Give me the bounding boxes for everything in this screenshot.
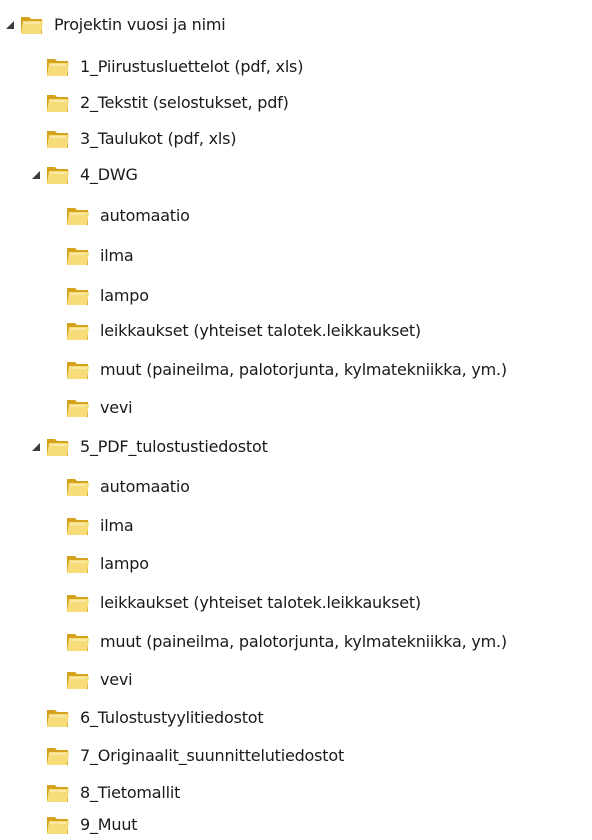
folder-tree: Projektin vuosi ja nimi 1_Piirustusluett… <box>0 0 592 838</box>
folder-icon <box>46 128 70 150</box>
tree-item-label: Projektin vuosi ja nimi <box>54 15 226 34</box>
tree-item-label: 9_Muut <box>80 815 138 834</box>
folder-icon <box>46 814 70 836</box>
tree-item[interactable]: 1_Piirustusluettelot (pdf, xls) <box>46 52 303 82</box>
folder-icon <box>66 553 90 575</box>
tree-item-label: automaatio <box>100 477 190 496</box>
tree-item[interactable]: lampo <box>66 281 149 311</box>
folder-icon <box>66 245 90 267</box>
folder-icon <box>66 359 90 381</box>
tree-item-label: 1_Piirustusluettelot (pdf, xls) <box>80 57 304 76</box>
tree-item[interactable]: muut (paineilma, palotorjunta, kylmatekn… <box>66 627 507 657</box>
tree-item-label: 5_PDF_tulostustiedostot <box>80 437 268 456</box>
folder-icon <box>66 285 90 307</box>
tree-item-label: 6_Tulostustyylitiedostot <box>80 708 264 727</box>
tree-item[interactable]: 7_Originaalit_suunnittelutiedostot <box>46 741 344 771</box>
tree-item[interactable]: lampo <box>66 549 149 579</box>
folder-icon <box>46 745 70 767</box>
tree-item-label: automaatio <box>100 206 190 225</box>
tree-item[interactable]: vevi <box>66 393 133 423</box>
folder-icon <box>66 476 90 498</box>
folder-icon <box>66 592 90 614</box>
tree-item[interactable]: ilma <box>66 241 134 271</box>
tree-item-label: ilma <box>100 516 134 535</box>
tree-item[interactable]: 8_Tietomallit <box>46 778 180 808</box>
tree-item[interactable]: 6_Tulostustyylitiedostot <box>46 703 264 733</box>
folder-icon <box>46 436 70 458</box>
tree-item-label: lampo <box>100 286 149 305</box>
tree-item[interactable]: 5_PDF_tulostustiedostot <box>30 432 268 462</box>
folder-icon <box>66 320 90 342</box>
folder-icon <box>66 205 90 227</box>
tree-item[interactable]: ilma <box>66 511 134 541</box>
tree-item[interactable]: muut (paineilma, palotorjunta, kylmatekn… <box>66 355 507 385</box>
tree-item[interactable]: automaatio <box>66 472 190 502</box>
expanded-arrow-icon[interactable] <box>30 441 42 453</box>
folder-icon <box>46 164 70 186</box>
folder-icon <box>66 515 90 537</box>
folder-icon <box>20 14 44 36</box>
tree-item-root[interactable]: Projektin vuosi ja nimi <box>4 10 226 40</box>
tree-item-label: leikkaukset (yhteiset talotek.leikkaukse… <box>100 321 421 340</box>
folder-icon <box>46 92 70 114</box>
tree-item-label: muut (paineilma, palotorjunta, kylmatekn… <box>100 632 507 651</box>
folder-icon <box>46 56 70 78</box>
tree-item[interactable]: leikkaukset (yhteiset talotek.leikkaukse… <box>66 588 421 618</box>
tree-item-label: 3_Taulukot (pdf, xls) <box>80 129 237 148</box>
folder-icon <box>66 631 90 653</box>
tree-item-label: 8_Tietomallit <box>80 783 181 802</box>
expanded-arrow-icon[interactable] <box>4 19 16 31</box>
tree-item[interactable]: automaatio <box>66 201 190 231</box>
tree-item-label: vevi <box>100 398 133 417</box>
folder-icon <box>66 669 90 691</box>
tree-item-label: leikkaukset (yhteiset talotek.leikkaukse… <box>100 593 421 612</box>
tree-item-label: 7_Originaalit_suunnittelutiedostot <box>80 746 345 765</box>
tree-item[interactable]: vevi <box>66 665 133 695</box>
tree-item-label: 2_Tekstit (selostukset, pdf) <box>80 93 289 112</box>
tree-item[interactable]: 2_Tekstit (selostukset, pdf) <box>46 88 289 118</box>
tree-item-label: lampo <box>100 554 149 573</box>
folder-icon <box>66 397 90 419</box>
tree-item-label: ilma <box>100 246 134 265</box>
expanded-arrow-icon[interactable] <box>30 169 42 181</box>
tree-item[interactable]: 3_Taulukot (pdf, xls) <box>46 124 237 154</box>
tree-item[interactable]: 9_Muut <box>46 810 138 840</box>
tree-item[interactable]: 4_DWG <box>30 160 138 190</box>
folder-icon <box>46 707 70 729</box>
tree-item[interactable]: leikkaukset (yhteiset talotek.leikkaukse… <box>66 316 421 346</box>
folder-icon <box>46 782 70 804</box>
tree-item-label: vevi <box>100 670 133 689</box>
tree-item-label: 4_DWG <box>80 165 138 184</box>
tree-item-label: muut (paineilma, palotorjunta, kylmatekn… <box>100 360 507 379</box>
